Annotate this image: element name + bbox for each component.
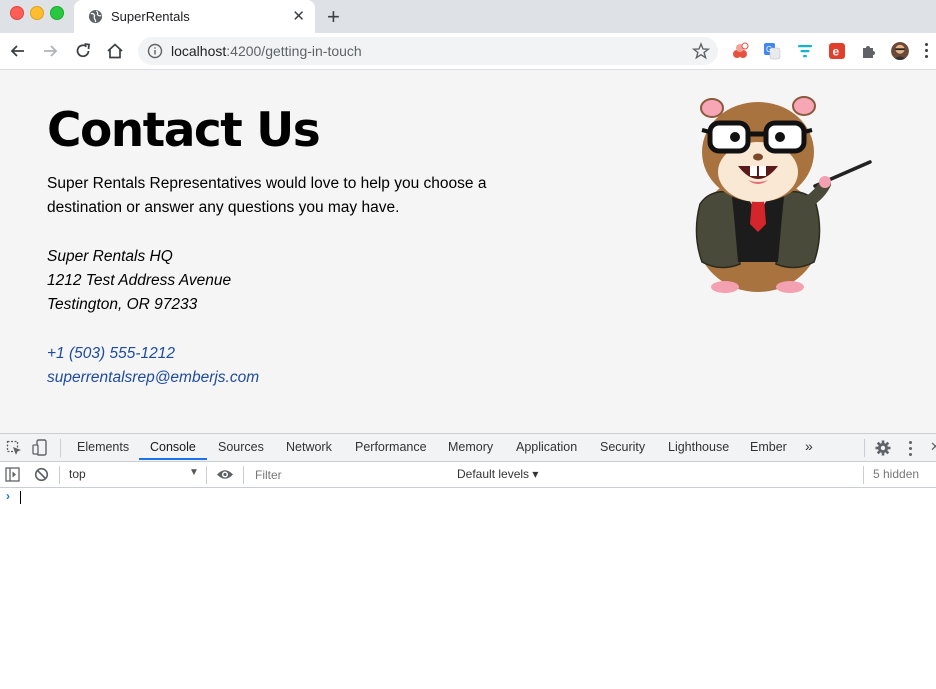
devtools-menu-icon[interactable]: [909, 441, 912, 456]
tab-close-icon[interactable]: ✕: [292, 7, 305, 25]
device-toolbar-icon[interactable]: [32, 439, 48, 456]
back-arrow-icon[interactable]: [8, 41, 28, 61]
tab-ember[interactable]: Ember: [750, 440, 787, 454]
browser-tab[interactable]: SuperRentals ✕: [74, 0, 315, 33]
window-close-button[interactable]: [10, 6, 24, 20]
toolbar-divider: [60, 439, 61, 457]
svg-text:e: e: [833, 45, 840, 59]
url-text: localhost:4200/getting-in-touch: [171, 43, 362, 59]
browser-tab-strip: SuperRentals ✕ +: [0, 0, 936, 33]
globe-icon: [88, 9, 103, 24]
console-filter-input[interactable]: [251, 465, 447, 484]
inspect-element-icon[interactable]: [6, 440, 22, 456]
tab-security[interactable]: Security: [600, 440, 645, 454]
address-line: Testington, OR 97233: [47, 296, 198, 313]
tab-console[interactable]: Console: [150, 440, 196, 454]
devtools-tab-bar: Elements Console Sources Network Perform…: [0, 433, 936, 462]
tab-memory[interactable]: Memory: [448, 440, 493, 454]
phone-link[interactable]: +1 (503) 555-1212: [47, 345, 175, 362]
svg-text:G: G: [766, 45, 772, 54]
email-link[interactable]: superrentalsrep@emberjs.com: [47, 369, 259, 386]
extension-translate-icon[interactable]: G: [763, 42, 781, 60]
toolbar-divider: [243, 466, 244, 484]
tab-application[interactable]: Application: [516, 440, 577, 454]
reload-icon[interactable]: [73, 41, 93, 61]
window-zoom-button[interactable]: [50, 6, 64, 20]
tab-performance[interactable]: Performance: [355, 440, 427, 454]
page-title: Contact Us: [47, 103, 321, 158]
page-content: Contact Us Super Rentals Representatives…: [0, 70, 936, 433]
extensions-puzzle-icon[interactable]: [860, 42, 878, 60]
extension-filter-icon[interactable]: [796, 42, 814, 60]
settings-gear-icon[interactable]: [875, 440, 891, 456]
chevron-down-icon[interactable]: ▼: [189, 467, 199, 478]
tab-title: SuperRentals: [111, 9, 190, 24]
window-minimize-button[interactable]: [30, 6, 44, 20]
toolbar-divider: [59, 466, 60, 484]
live-expression-eye-icon[interactable]: [216, 468, 234, 481]
office-address: Super Rentals HQ 1212 Test Address Avenu…: [47, 245, 231, 317]
console-prompt-icon: ›: [6, 489, 10, 503]
profile-avatar[interactable]: [891, 42, 909, 60]
extension-ember-inspector-icon[interactable]: [731, 42, 749, 60]
extension-e-icon[interactable]: e: [828, 42, 846, 60]
browser-toolbar: localhost:4200/getting-in-touch G e: [0, 33, 936, 70]
tomster-teacher-mascot: [695, 96, 872, 293]
toolbar-divider: [206, 466, 207, 484]
address-line: 1212 Test Address Avenue: [47, 272, 232, 289]
active-tab-indicator: [139, 458, 207, 460]
contact-links: +1 (503) 555-1212 superrentalsrep@emberj…: [47, 342, 259, 390]
toolbar-divider: [864, 439, 865, 457]
tab-network[interactable]: Network: [286, 440, 332, 454]
intro-text: Super Rentals Representatives would love…: [47, 175, 487, 216]
address-bar[interactable]: localhost:4200/getting-in-touch: [138, 37, 718, 65]
log-levels-dropdown[interactable]: Default levels ▾: [457, 467, 538, 481]
hidden-messages-count: 5 hidden: [873, 467, 920, 481]
tab-sources[interactable]: Sources: [218, 440, 264, 454]
bookmark-star-icon[interactable]: [692, 42, 710, 60]
clear-console-icon[interactable]: [34, 467, 49, 482]
more-tabs-button[interactable]: »: [805, 438, 813, 454]
show-sidebar-icon[interactable]: [5, 467, 20, 482]
new-tab-button[interactable]: +: [327, 4, 340, 30]
forward-arrow-icon[interactable]: [40, 41, 60, 61]
close-devtools-icon[interactable]: ✕: [930, 439, 936, 455]
toolbar-divider: [863, 466, 864, 484]
context-selector[interactable]: top: [69, 467, 86, 481]
address-line: Super Rentals HQ: [47, 248, 173, 265]
console-toolbar: top ▼ Default levels ▾ 5 hidden: [0, 462, 936, 488]
site-info-icon[interactable]: [147, 43, 163, 59]
console-input-caret[interactable]: [20, 491, 21, 504]
chrome-menu-icon[interactable]: [925, 43, 928, 59]
tab-lighthouse[interactable]: Lighthouse: [668, 440, 729, 454]
home-icon[interactable]: [105, 41, 125, 61]
tab-elements[interactable]: Elements: [77, 440, 129, 454]
